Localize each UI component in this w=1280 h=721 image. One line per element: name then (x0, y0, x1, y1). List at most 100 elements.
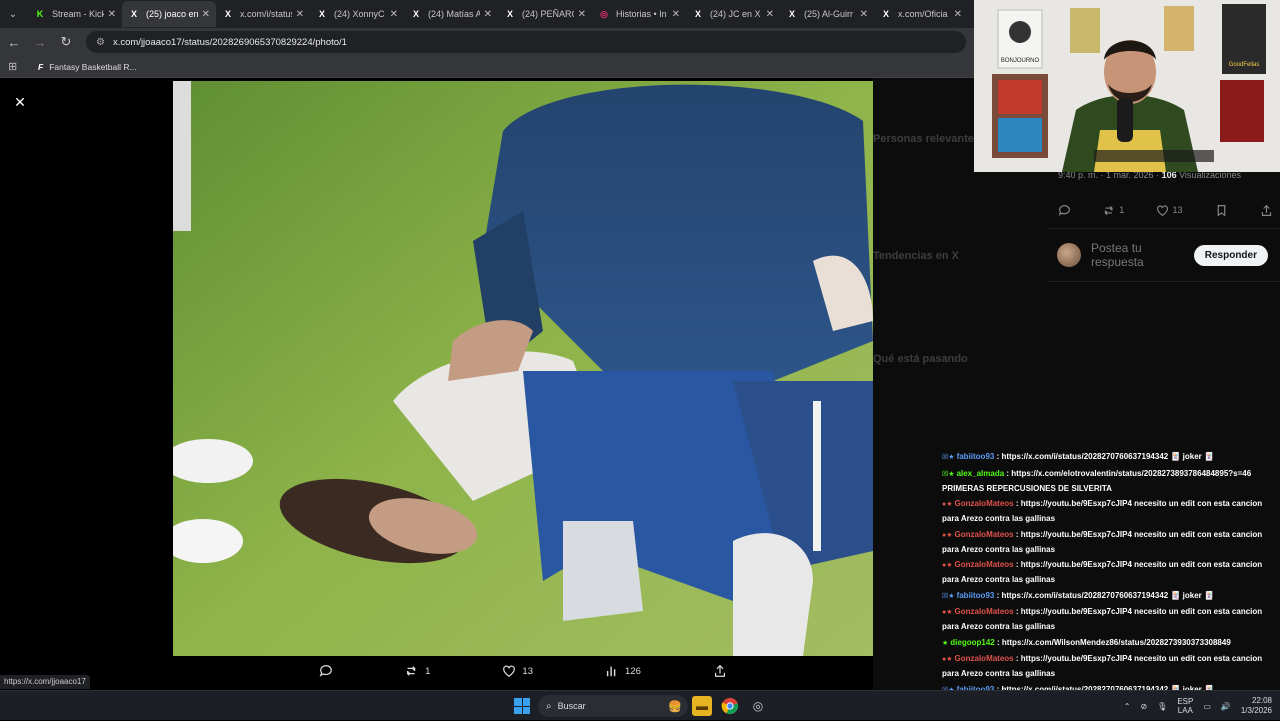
browser-tab[interactable]: K Stream - Kick ✕ (28, 1, 122, 27)
input-language[interactable]: ESP LAA (1177, 697, 1193, 715)
file-explorer-icon[interactable]: ▬ (692, 696, 712, 716)
tweet-photo[interactable] (173, 81, 873, 656)
fantasy-f-icon: F (38, 61, 44, 72)
display-icon[interactable]: ▭ (1203, 702, 1211, 711)
tab-favicon-icon: X (130, 9, 137, 19)
tab-label: Historias • In (616, 9, 667, 19)
browser-tab[interactable]: ◎ Historias • In ✕ (592, 1, 686, 27)
chat-username[interactable]: diegoop142 (950, 638, 994, 647)
site-info-icon[interactable]: ⚙ (96, 37, 105, 48)
browser-tab[interactable]: X (25) Al-Guirr ✕ (780, 1, 874, 27)
tab-label: Stream - Kick (52, 9, 104, 19)
tab-label: (24) Matías A (428, 9, 480, 19)
chat-username[interactable]: GonzaloMateos (955, 607, 1014, 616)
chrome-icon[interactable] (720, 696, 740, 716)
reply-submit-button[interactable]: Responder (1193, 244, 1268, 266)
tweet-like-button[interactable]: 13 (1156, 204, 1183, 217)
tab-close-icon[interactable]: ✕ (108, 9, 116, 20)
photo-retweet-button[interactable]: 1 (405, 664, 430, 678)
reply-bubble-icon (1058, 204, 1070, 216)
tab-close-icon[interactable]: ✕ (672, 9, 680, 20)
tab-favicon-icon: X (412, 9, 419, 19)
tab-close-icon[interactable]: ✕ (296, 9, 304, 20)
tweet-share-button[interactable] (1260, 204, 1273, 217)
chrome-logo-icon (721, 697, 739, 715)
forward-arrow-icon[interactable]: → (28, 30, 52, 54)
tabs-container: KStream - Kick✕X(25) joaco en X✕Xx.com/i… (28, 1, 968, 27)
clock-date: 1/3/2026 (1240, 706, 1272, 715)
reload-icon[interactable]: ↻ (54, 30, 78, 54)
chat-badge-icon: ☒★ (942, 470, 955, 478)
tweet-reply-button[interactable] (1058, 204, 1071, 217)
tab-favicon-icon: X (694, 9, 701, 19)
chat-separator: : (1013, 607, 1021, 616)
tab-close-icon[interactable]: ✕ (766, 9, 774, 20)
retweet-icon (406, 666, 416, 676)
reply-input[interactable]: Postea tu respuesta (1091, 241, 1191, 269)
browser-tab[interactable]: X (24) Matías A ✕ (404, 1, 498, 27)
avatar (1057, 243, 1081, 267)
tab-close-icon[interactable]: ✕ (954, 9, 962, 20)
browser-tab[interactable]: Xx.com/Oficia ✕ (874, 1, 968, 27)
tweet-bookmark-button[interactable] (1215, 204, 1228, 217)
bookmark-fantasy[interactable]: F Fantasy Basketball R... (38, 62, 137, 72)
chat-username[interactable]: GonzaloMateos (955, 499, 1014, 508)
back-arrow-icon[interactable]: ← (2, 30, 26, 54)
browser-tab[interactable]: X (25) joaco en X ✕ (122, 1, 216, 27)
photo-like-button[interactable]: 13 (502, 664, 533, 678)
tweet-retweet-button[interactable]: 1 (1103, 204, 1124, 217)
browser-tab[interactable]: X (24) PEÑARO ✕ (498, 1, 592, 27)
taskbar-clock[interactable]: 22:08 1/3/2026 (1241, 696, 1272, 716)
chat-message: ●★ GonzaloMateos : https://youtu.be/9Esxp… (942, 652, 1272, 681)
chat-username[interactable]: GonzaloMateos (955, 654, 1014, 663)
tab-favicon-icon: X (318, 9, 325, 19)
chat-badge-icon: ☒★ (942, 592, 955, 600)
close-icon[interactable]: ✕ (10, 92, 30, 112)
chat-message: ★ diegoop142 : https://x.com/WilsonMendez… (942, 636, 1272, 651)
browser-tab[interactable]: X (24) XonnyC ✕ (310, 1, 404, 27)
tweet-retweet-count: 1 (1119, 205, 1125, 215)
chat-username[interactable]: fabiitoo93 (957, 452, 995, 461)
network-off-icon[interactable]: ⊘ (1140, 702, 1147, 711)
chat-username[interactable]: GonzaloMateos (955, 560, 1014, 569)
photo-share-button[interactable] (713, 664, 727, 678)
tab-close-icon[interactable]: ✕ (484, 9, 492, 20)
tab-favicon-icon: K (36, 9, 44, 19)
chat-text: https://x.com/WilsonMendez86/status/2028… (1001, 637, 1231, 647)
recording-app-icon[interactable]: ◎ (748, 696, 768, 716)
photo-reply-button[interactable] (319, 664, 333, 678)
windows-taskbar: ⌕ Buscar 🍔 ▬ ◎ ⌃ ⊘ 🎙 ESP LAA ▭ 🔊 22:08 1… (0, 690, 1280, 720)
microphone-icon[interactable]: 🎙 (1157, 702, 1167, 711)
tab-close-icon[interactable]: ✕ (860, 9, 868, 20)
lang-top: ESP (1177, 697, 1194, 706)
browser-tab[interactable]: X (24) JC en X ✕ (686, 1, 780, 27)
chat-username[interactable]: alex_almada (957, 469, 1005, 478)
volume-icon[interactable]: 🔊 (1221, 702, 1231, 711)
address-bar[interactable]: ⚙ x.com/jjoaaco17/status/202826906537082… (86, 31, 966, 53)
tab-close-icon[interactable]: ✕ (202, 9, 210, 20)
search-icon: ⌕ (546, 700, 552, 712)
photo-view-count: 126 (625, 665, 641, 677)
tab-close-icon[interactable]: ✕ (390, 9, 398, 20)
tab-favicon-icon: X (224, 9, 231, 19)
tray-chevron-up-icon[interactable]: ⌃ (1124, 702, 1131, 711)
tab-search-chevron-icon[interactable]: ⌄ (4, 5, 22, 23)
chat-message: ●★ GonzaloMateos : https://youtu.be/9Esxp… (942, 497, 1272, 526)
photo-views-button[interactable]: 126 (605, 664, 641, 678)
tab-favicon-icon: ◎ (600, 8, 608, 19)
tab-label: x.com/i/status (240, 9, 292, 19)
tab-close-icon[interactable]: ✕ (578, 9, 586, 20)
address-url: x.com/jjoaaco17/status/20282690653708292… (112, 36, 347, 48)
chat-username[interactable]: fabiitoo93 (957, 591, 995, 600)
ghost-relevant-people: Personas relevantes (873, 133, 981, 145)
apps-grid-icon[interactable]: ⊞ (8, 60, 22, 73)
heart-icon (1157, 204, 1169, 216)
chat-badge-icon: ●★ (942, 656, 953, 663)
tab-label: (24) PEÑARO (522, 9, 574, 19)
taskbar-search[interactable]: ⌕ Buscar 🍔 (538, 695, 688, 717)
chat-separator: : (1013, 499, 1021, 508)
browser-tab[interactable]: Xx.com/i/status ✕ (216, 1, 310, 27)
windows-start-icon[interactable] (514, 698, 530, 714)
chat-username[interactable]: GonzaloMateos (955, 530, 1014, 539)
photo-retweet-count: 1 (425, 665, 431, 677)
